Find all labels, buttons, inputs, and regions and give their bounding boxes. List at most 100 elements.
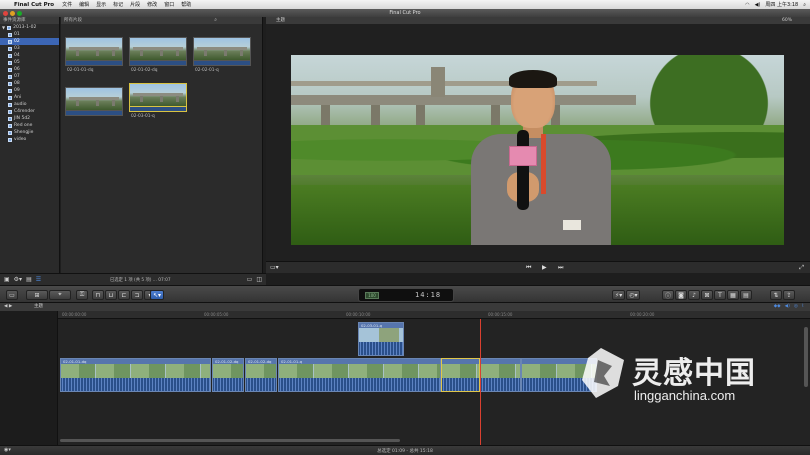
menu-mark[interactable]: 标记 [113,1,123,8]
menu-view[interactable]: 显示 [96,1,106,8]
viewer-header: 主题 60% [266,17,810,24]
library-event-item[interactable]: Ani [0,94,59,101]
volume-icon[interactable]: ◀) [755,2,761,8]
timeline-clip[interactable]: 02-01-01-q [278,358,441,392]
browser-clip[interactable] [65,87,123,118]
timeline-toggles: ◆◆ ◀) ◎ ⌇ [774,303,804,311]
event-icon [8,88,12,93]
themes-browser-button[interactable]: ▤ [740,290,753,300]
spotlight-icon[interactable]: ⌕ [803,2,806,8]
library-event-item[interactable]: Red one [0,122,59,129]
filmstrip-view-icon[interactable]: ▤ [26,276,32,283]
fullscreen-icon[interactable]: ⤢ [799,264,804,272]
event-icon [8,102,12,107]
library-event-item[interactable]: 01 [0,31,59,38]
clip-appearance-icon[interactable]: ◫ [256,276,262,283]
music-browser-button[interactable]: ♪ [688,290,701,300]
close-window-icon[interactable] [3,10,8,16]
timeline-clip[interactable]: 02-01-02-dq [212,358,244,392]
timeline-history-arrows[interactable]: ◀ ▶ [4,303,12,311]
list-view-icon[interactable]: ☰ [36,276,41,283]
zoom-slider-icon[interactable]: ▭ [247,276,253,283]
badge [563,220,581,230]
thumb-pier [160,50,163,56]
zoom-window-icon[interactable] [17,10,22,16]
browser-clip[interactable]: 02-01-02-dq [129,37,187,73]
background-tasks-button[interactable]: ⇅ [770,290,782,300]
event-icon [8,67,12,72]
audio-skimming-icon[interactable]: ◀) [785,303,790,311]
library-event-item[interactable]: audio [0,101,59,108]
library-event-item[interactable]: 07 [0,73,59,80]
browser-filter-label[interactable]: 所有片段 [64,18,82,23]
timeline-clip[interactable]: 02-01-02-dq [245,358,277,392]
library-root[interactable]: ▼ 2013-1-02 [0,24,59,31]
clock[interactable]: 周四 上午3:18 [765,1,798,8]
library-event-item[interactable]: 04 [0,52,59,59]
skimming-toggle-icon[interactable]: ◆◆ [774,303,781,311]
generators-browser-button[interactable]: ▦ [727,290,740,300]
menu-edit[interactable]: 编辑 [79,1,89,8]
timeline-clip[interactable] [480,358,521,392]
app-menu[interactable]: Final Cut Pro [14,2,54,8]
selected-clip-outline[interactable] [441,358,480,392]
timeline-clip-filmstrip [481,364,520,378]
minimize-window-icon[interactable] [10,10,15,16]
snapping-icon[interactable]: ⌇ [802,303,804,311]
library-event-item[interactable]: 05 [0,59,59,66]
append-edit-button[interactable]: ⊏ [118,290,130,300]
viewer-zoom[interactable]: 60% [782,17,792,24]
timeline-ruler[interactable]: 00:00:00:00 00:00:05:00 00:00:10:00 00:0… [58,311,810,319]
library-event-item[interactable]: video [0,136,59,143]
library-event-item[interactable]: 08 [0,80,59,87]
overwrite-edit-button[interactable]: ⊐ [131,290,143,300]
library-event-item[interactable]: JIN 5d2 [0,115,59,122]
menu-help[interactable]: 帮助 [181,1,191,8]
settings-gear-icon[interactable]: ⚙▾ [14,276,22,283]
timeline-horizontal-scrollbar[interactable] [60,439,400,442]
transitions-browser-button[interactable]: ⊠ [701,290,714,300]
new-event-button[interactable]: ⊞ [26,290,48,300]
timeline-vertical-scrollbar[interactable] [804,327,808,387]
select-tool-button[interactable]: ↖▾ [150,290,165,300]
previous-edit-button[interactable]: ⏮ [526,264,531,272]
browser-clip[interactable]: 02-01-01-dq [65,37,123,73]
analysis-key-icon[interactable]: ⚿ [76,290,88,300]
library-event-item[interactable]: 02 [0,38,59,45]
browser-clip[interactable]: 02-03-01-q [129,83,187,119]
viewer-options-icon[interactable]: ▭▾ [270,264,279,271]
library-toggle-icon[interactable]: ▣ [4,276,10,283]
browser-footer: ▣ ⚙▾ ▤ ☰ 已选定 1 项 (共 5 项) ... 07:07 ▭ ◫ [0,273,266,285]
share-button[interactable]: ⇪ [783,290,795,300]
photo-browser-button[interactable]: ◙ [675,290,688,300]
wifi-icon[interactable]: ◠ [745,2,749,8]
play-button[interactable]: ▶ [542,264,547,271]
camera-import-button[interactable]: ▭ [6,290,18,300]
timeline-clip[interactable]: 02-01-01-dq [60,358,211,392]
dashboard-timecode[interactable]: 100 14:18 [358,288,454,302]
library-event-item[interactable]: 06 [0,66,59,73]
insert-edit-button[interactable]: ⊔ [105,290,117,300]
search-icon[interactable]: ⌕ [214,17,217,24]
library-event-label: audio [14,102,27,107]
connect-edit-button[interactable]: ⊓ [92,290,104,300]
next-edit-button[interactable]: ⏭ [558,264,563,272]
menu-file[interactable]: 文件 [62,1,72,8]
library-event-item[interactable]: C4render [0,108,59,115]
menu-clip[interactable]: 片段 [130,1,140,8]
titles-browser-button[interactable]: T [714,290,727,300]
connected-clip[interactable]: 02-03-01-q [358,322,404,356]
keyword-button[interactable]: ⌖ [49,290,71,300]
inspector-button[interactable]: ⓘ [662,290,675,300]
solo-icon[interactable]: ◎ [794,303,798,311]
enhancements-button[interactable]: ⚡▾ [612,290,626,300]
menu-modify[interactable]: 修改 [147,1,157,8]
disclosure-triangle-icon[interactable]: ▼ [2,24,5,31]
library-event-item[interactable]: 03 [0,45,59,52]
menu-window[interactable]: 窗口 [164,1,174,8]
browser-clip[interactable]: 02-02-01-q [193,37,251,73]
playhead[interactable] [480,319,481,445]
library-event-item[interactable]: 09 [0,87,59,94]
library-event-item[interactable]: Shengjie [0,129,59,136]
retime-button[interactable]: ◴▾ [626,290,641,300]
